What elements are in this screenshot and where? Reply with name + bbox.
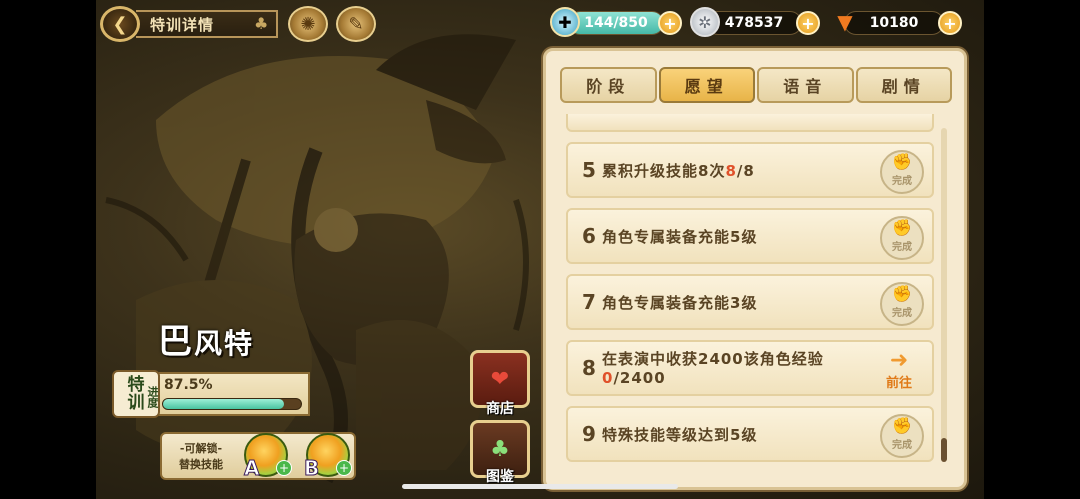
training-progress-fill: [163, 399, 284, 409]
task-text: 角色专属装备充能5级: [602, 228, 758, 246]
tab-story-label: 剧情: [881, 77, 926, 96]
skill-slot-b-letter: B: [303, 456, 320, 481]
carrot-value: 10180: [869, 15, 919, 31]
tab-voice-label: 语音: [783, 77, 828, 96]
task-item: 6 角色专属装备充能5级 ✊ 完成: [566, 208, 934, 264]
compass-icon-button[interactable]: ✺: [288, 6, 328, 42]
task-number: 5: [582, 158, 596, 182]
training-progress-bar: [162, 398, 302, 410]
potion-icon: ✚: [550, 7, 580, 37]
coin-counter: 478537: [706, 11, 802, 35]
home-indicator[interactable]: [402, 484, 678, 489]
book-icon: ✎: [348, 13, 364, 35]
task-number: 9: [582, 422, 596, 446]
page-title-text: 特训详情: [150, 15, 215, 34]
task-partial: [566, 114, 934, 132]
complete-label: 完成: [892, 242, 912, 253]
gallery-icon: ♣: [490, 436, 510, 462]
skill-b-plus-icon: +: [336, 460, 352, 476]
tab-wish[interactable]: 愿望: [658, 67, 755, 103]
stamina-counter: 144/850: [568, 11, 664, 35]
task-item: 8 在表演中收获2400该角色经验 0/2400 ➜ 前往: [566, 340, 934, 396]
compass-icon: ✺: [300, 13, 316, 35]
task-number: 8: [582, 356, 596, 380]
complete-stamp: ✊ 完成: [880, 216, 924, 260]
task-text-tail: /8: [736, 162, 755, 180]
task-text-main: 累积升级技能8次: [602, 162, 726, 180]
task-item: 7 角色专属装备充能3级 ✊ 完成: [566, 274, 934, 330]
character-name: 巴风特: [158, 314, 254, 363]
task-highlight: 8: [725, 162, 737, 180]
carrot-icon: ▼: [837, 10, 853, 34]
complete-label: 完成: [892, 440, 912, 451]
stamina-value: 144/850: [584, 15, 648, 31]
complete-stamp: ✊ 完成: [880, 414, 924, 458]
character-name-rest: 风特: [194, 327, 255, 360]
task-number: 7: [582, 290, 596, 314]
scrollbar-thumb[interactable]: [941, 438, 947, 462]
shop-icon: ❤: [490, 366, 510, 392]
scrollbar-track[interactable]: [941, 128, 947, 460]
task-highlight: 0: [602, 369, 614, 387]
tab-wish-label: 愿望: [684, 77, 729, 96]
task-number: 6: [582, 224, 596, 248]
training-tag-sub: 进度: [146, 386, 159, 408]
task-item: 9 特殊技能等级达到5级 ✊ 完成: [566, 406, 934, 462]
back-button[interactable]: ❮: [100, 6, 140, 42]
task-text: 特殊技能等级达到5级: [602, 426, 758, 444]
add-carrot-button[interactable]: +: [938, 11, 962, 35]
back-arrow-icon: ❮: [112, 13, 128, 35]
go-button[interactable]: ➜ 前往: [876, 348, 922, 392]
fist-icon: ✊: [892, 416, 912, 435]
add-stamina-button[interactable]: +: [658, 11, 682, 35]
coin-icon: ✲: [690, 7, 720, 37]
skill-slot-a-letter: A: [243, 456, 260, 481]
task-text: 累积升级技能8次8/8: [602, 160, 755, 181]
tab-bar: 阶段 愿望 语音 剧情: [560, 67, 952, 103]
tab-story[interactable]: 剧情: [855, 67, 952, 103]
complete-stamp: ✊ 完成: [880, 282, 924, 326]
unlockable-label: -可解锁-: [179, 442, 223, 455]
go-label: 前往: [885, 376, 912, 391]
tab-stage[interactable]: 阶段: [560, 67, 657, 103]
replace-skill-label: 替换技能: [179, 458, 223, 471]
gallery-label: 图鉴: [486, 469, 514, 485]
fist-icon: ✊: [892, 152, 912, 171]
complete-label: 完成: [892, 308, 912, 319]
task-text: 角色专属装备充能3级: [602, 294, 758, 312]
shop-label: 商店: [486, 401, 514, 417]
task-text: 在表演中收获2400该角色经验 0/2400: [602, 350, 824, 388]
task-text-line2: 0/2400: [602, 369, 824, 388]
tab-voice[interactable]: 语音: [757, 67, 854, 103]
tab-stage-label: 阶段: [586, 77, 631, 96]
fist-icon: ✊: [892, 284, 912, 303]
task-text-tail: /2400: [613, 369, 666, 387]
complete-stamp: ✊ 完成: [880, 150, 924, 194]
coin-value: 478537: [724, 15, 784, 31]
task-text-line1: 在表演中收获2400该角色经验: [602, 350, 824, 368]
complete-label: 完成: [892, 176, 912, 187]
task-item: 5 累积升级技能8次8/8 ✊ 完成: [566, 142, 934, 198]
book-icon-button[interactable]: ✎: [336, 6, 376, 42]
skill-a-plus-icon: +: [276, 460, 292, 476]
fist-icon: ✊: [892, 218, 912, 237]
arrow-right-icon: ➜: [889, 348, 909, 373]
add-coin-button[interactable]: +: [796, 11, 820, 35]
clover-icon: ♣: [254, 14, 269, 33]
training-progress-text: 87.5%: [164, 377, 213, 393]
character-name-first: 巴: [158, 322, 194, 362]
